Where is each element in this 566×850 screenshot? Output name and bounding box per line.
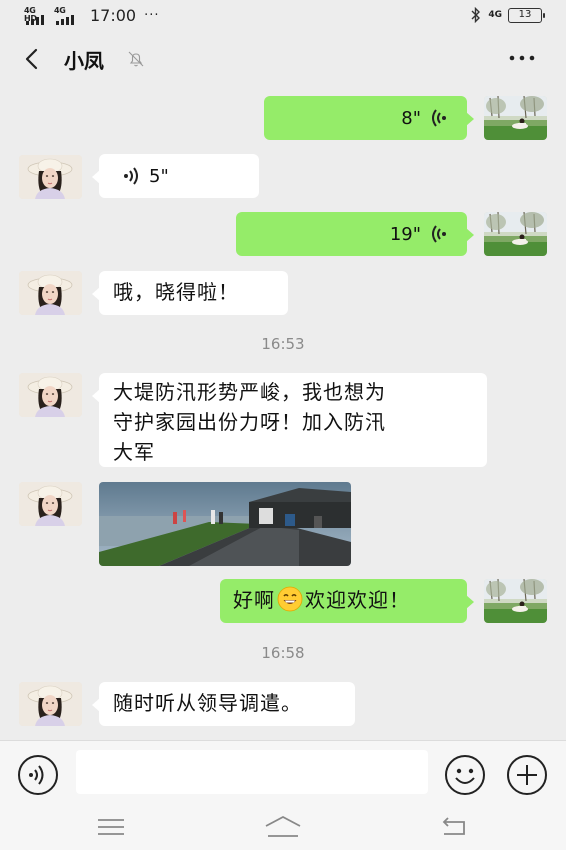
text-message-bubble[interactable]: 哦，晓得啦！ (92, 271, 288, 315)
flood-embankment-photo[interactable] (99, 482, 351, 566)
timestamp-divider: 16:58 (261, 644, 305, 662)
voice-message-bubble[interactable]: 19" (236, 212, 474, 256)
voice-duration: 19" (389, 224, 421, 245)
text-message-bubble[interactable]: 大堤防汛形势严峻，我也想为 守护家园出份力呀！加入防汛 大军 (92, 373, 487, 467)
network-type: 4G (488, 10, 502, 20)
voice-wave-icon (124, 167, 138, 185)
voice-input-icon[interactable] (17, 754, 59, 796)
grinning-emoji (277, 586, 303, 612)
chevron-left-icon[interactable] (18, 44, 48, 74)
navigation-bar (0, 804, 566, 850)
status-bar: 4G HD 4G 17:00 ··· 4G 13 (0, 0, 566, 32)
chat-title: 小凤 (64, 49, 104, 73)
signal-label-2: 4G (54, 5, 66, 15)
bluetooth-icon (471, 7, 481, 23)
voice-duration: 8" (401, 108, 421, 129)
voice-wave-icon (432, 109, 446, 127)
message-text: 随时听从领导调遣。 (113, 691, 302, 715)
message-line: 大堤防汛形势严峻，我也想为 (113, 380, 386, 404)
contact-avatar[interactable] (19, 155, 82, 199)
status-time: 17:00 (90, 6, 137, 25)
ellipsis-icon[interactable] (506, 46, 538, 70)
back-arrow-icon[interactable] (440, 816, 470, 838)
plus-circle-icon[interactable] (506, 754, 548, 796)
message-input[interactable] (76, 750, 428, 794)
contact-avatar[interactable] (19, 482, 82, 526)
signal-icon-2: 4G (54, 5, 78, 25)
my-avatar[interactable] (484, 96, 547, 140)
message-line: 守护家园出份力呀！加入防汛 (113, 410, 386, 434)
message-text: 哦，晓得啦！ (113, 280, 239, 304)
chat-header: 小凤 (0, 32, 566, 86)
status-left: 4G HD 4G 17:00 ··· (24, 6, 160, 25)
battery-level: 13 (518, 8, 532, 20)
signal-icon: 4G HD (24, 6, 48, 25)
text-message-bubble[interactable]: 好啊 欢迎欢迎！ (220, 579, 474, 623)
text-message-bubble[interactable]: 随时听从领导调遣。 (92, 682, 355, 726)
my-avatar[interactable] (484, 212, 547, 256)
voice-duration: 5" (149, 166, 169, 187)
message-text: 好啊 (233, 588, 275, 612)
smiley-icon[interactable] (444, 754, 486, 796)
battery-icon: 13 (508, 7, 545, 23)
voice-wave-icon (432, 225, 446, 243)
my-avatar[interactable] (484, 579, 547, 623)
contact-avatar[interactable] (19, 373, 82, 417)
voice-message-bubble[interactable]: 8" (264, 96, 474, 140)
status-right: 4G 13 (470, 7, 545, 23)
timestamp-divider: 16:53 (261, 335, 305, 353)
input-bar (0, 740, 566, 804)
message-text: 欢迎欢迎！ (305, 588, 410, 612)
status-more-dots: ··· (144, 8, 160, 23)
message-content: 好啊 欢迎欢迎！ (233, 585, 410, 615)
message-line: 大军 (113, 440, 155, 464)
contact-avatar[interactable] (19, 271, 82, 315)
bell-muted-icon (128, 51, 144, 67)
menu-icon[interactable] (96, 816, 126, 838)
home-icon[interactable] (264, 814, 302, 840)
contact-avatar[interactable] (19, 682, 82, 726)
voice-message-bubble[interactable]: 5" (92, 154, 259, 198)
